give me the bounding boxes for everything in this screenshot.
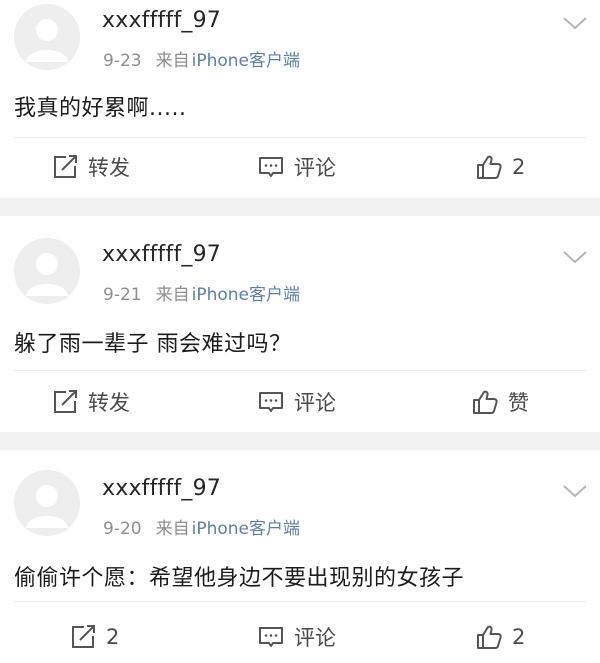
default-avatar-icon [14,4,80,70]
repost-count: 2 [106,625,120,649]
avatar[interactable] [14,4,80,70]
like-count: 2 [512,155,526,179]
repost-button[interactable]: 转发 [52,385,130,419]
source-prefix: 来自 [155,519,190,539]
repost-icon [54,155,77,178]
comment-button[interactable]: 评论 [258,620,336,654]
weibo-feed: xxxfffff_97 9-23 来自 iPhone客户端 我真的好累啊..... … [0,0,600,663]
repost-label: 转发 [88,156,130,180]
repost-icon [72,625,95,648]
source-prefix: 来自 [155,51,190,71]
source-prefix: 来自 [155,285,190,305]
repost-icon [54,390,77,413]
thumbs-up-icon [473,390,498,414]
post-card: xxxfffff_97 9-21 来自 iPhone客户端 躲了雨一辈子 雨会难过吗… [0,216,600,432]
default-avatar-icon [14,238,80,304]
like-button[interactable]: 赞 [472,385,529,419]
comment-button[interactable]: 评论 [258,150,336,184]
default-avatar-icon [14,470,80,536]
more-options-button[interactable] [561,482,589,500]
post-date: 9-21 [103,285,142,305]
comment-label: 评论 [294,626,336,650]
post-meta: 9-23 来自 iPhone客户端 [103,46,300,71]
more-options-button[interactable] [561,248,589,266]
username[interactable]: xxxfffff_97 [102,476,221,501]
post-content: 偷偷许个愿：希望他身边不要出现别的女孩子 [14,566,465,591]
like-button[interactable]: 2 [476,150,525,184]
comment-button[interactable]: 评论 [258,385,336,419]
repost-button[interactable]: 转发 [52,150,130,184]
chevron-down-icon [563,251,587,264]
source-link[interactable]: iPhone客户端 [192,285,300,305]
like-label: 赞 [508,391,529,415]
comment-label: 评论 [294,391,336,415]
thumbs-up-icon [477,155,502,179]
username[interactable]: xxxfffff_97 [102,242,221,267]
divider [14,137,586,138]
avatar[interactable] [14,238,80,304]
like-count: 2 [512,625,526,649]
chevron-down-icon [563,17,587,30]
thumbs-up-icon [477,625,502,649]
post-separator [0,432,600,450]
repost-label: 转发 [88,391,130,415]
chevron-down-icon [563,485,587,498]
post-meta: 9-21 来自 iPhone客户端 [103,280,300,305]
post-date: 9-23 [103,51,142,71]
comment-icon [259,392,283,412]
post-content: 躲了雨一辈子 雨会难过吗？ [14,332,292,357]
comment-icon [259,627,283,647]
source-link[interactable]: iPhone客户端 [192,519,300,539]
username[interactable]: xxxfffff_97 [102,8,221,33]
comment-label: 评论 [294,156,336,180]
repost-button[interactable]: 2 [70,620,119,654]
post-meta: 9-20 来自 iPhone客户端 [103,514,300,539]
like-button[interactable]: 2 [476,620,525,654]
comment-icon [259,157,283,177]
post-card: xxxfffff_97 9-23 来自 iPhone客户端 我真的好累啊..... … [0,0,600,198]
more-options-button[interactable] [561,14,589,32]
divider [14,601,586,602]
post-date: 9-20 [103,519,142,539]
post-card: xxxfffff_97 9-20 来自 iPhone客户端 偷偷许个愿：希望他身边不… [0,450,600,663]
source-link[interactable]: iPhone客户端 [192,51,300,71]
post-separator [0,198,600,216]
divider [14,370,586,371]
avatar[interactable] [14,470,80,536]
post-content: 我真的好累啊..... [14,96,187,121]
